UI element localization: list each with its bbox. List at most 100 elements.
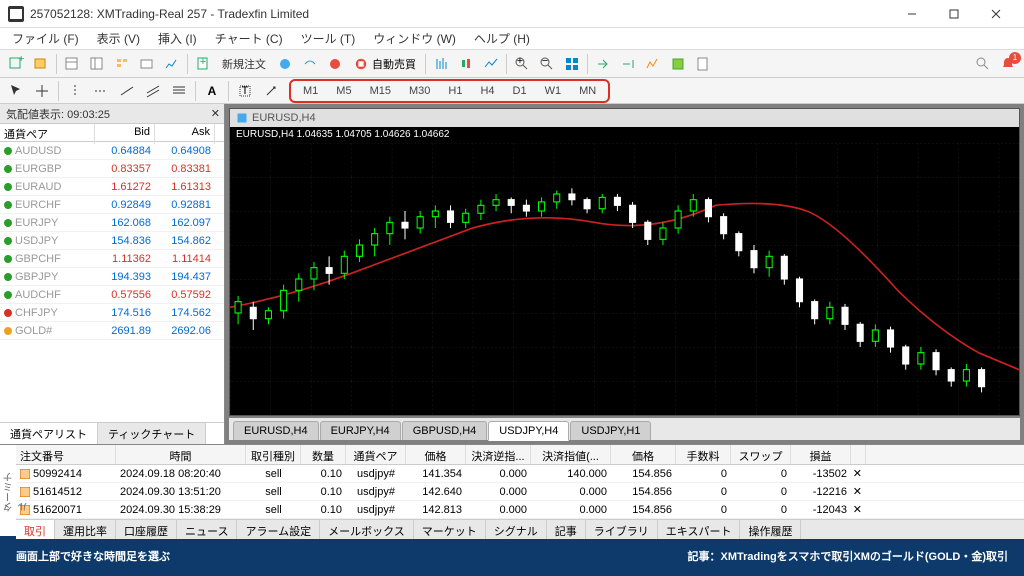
channel-button[interactable]: [141, 80, 165, 102]
terminal-tab[interactable]: シグナル: [486, 520, 547, 539]
col-symbol[interactable]: 通貨ペア: [0, 124, 95, 144]
tab-pairs[interactable]: 通貨ペアリスト: [0, 423, 98, 444]
col-ask[interactable]: Ask: [155, 124, 215, 144]
order-row[interactable]: 509924142024.09.18 08:20:40sell0.10usdjp…: [16, 465, 1024, 483]
arrows-button[interactable]: [259, 80, 283, 102]
tf-w1[interactable]: W1: [537, 82, 570, 100]
profiles-button[interactable]: [29, 53, 53, 75]
col-price[interactable]: 価格: [406, 445, 466, 464]
metaquotes-button[interactable]: [273, 53, 297, 75]
horizontal-line-button[interactable]: [89, 80, 113, 102]
new-order-label[interactable]: 新規注文: [216, 54, 272, 74]
terminal-tab[interactable]: 運用比率: [55, 520, 116, 539]
market-watch-row[interactable]: EURGBP0.833570.83381: [0, 160, 224, 178]
terminal-tab[interactable]: ライブラリ: [586, 520, 658, 539]
text-button[interactable]: A: [200, 80, 224, 102]
new-chart-button[interactable]: +: [4, 53, 28, 75]
menu-view[interactable]: 表示 (V): [89, 27, 148, 50]
market-watch-row[interactable]: GOLD#2691.892692.06: [0, 322, 224, 340]
col-time[interactable]: 時間: [116, 445, 246, 464]
col-vol[interactable]: 数量: [301, 445, 346, 464]
maximize-button[interactable]: [934, 2, 974, 26]
indicators-button[interactable]: [641, 53, 665, 75]
terminal-tab[interactable]: 操作履歴: [740, 520, 801, 539]
col-tp[interactable]: 決済指値(...: [531, 445, 611, 464]
cursor-button[interactable]: [4, 80, 28, 102]
close-button[interactable]: [976, 2, 1016, 26]
order-row[interactable]: 516200712024.09.30 15:38:29sell0.10usdjp…: [16, 501, 1024, 519]
close-icon[interactable]: ✕: [211, 107, 220, 120]
menu-chart[interactable]: チャート (C): [207, 27, 291, 50]
tf-mn[interactable]: MN: [571, 82, 604, 100]
menu-help[interactable]: ヘルプ (H): [466, 27, 538, 50]
bar-chart-button[interactable]: [429, 53, 453, 75]
market-watch-row[interactable]: CHFJPY174.516174.562: [0, 304, 224, 322]
tile-windows-button[interactable]: [560, 53, 584, 75]
candle-chart-button[interactable]: [454, 53, 478, 75]
chart-tab-2[interactable]: GBPUSD,H4: [402, 421, 488, 440]
col-comm[interactable]: 手数料: [676, 445, 731, 464]
tf-m30[interactable]: M30: [401, 82, 438, 100]
tf-h1[interactable]: H1: [440, 82, 470, 100]
terminal-tab[interactable]: 取引: [16, 520, 55, 539]
chart-canvas[interactable]: [230, 143, 1019, 415]
market-watch-row[interactable]: EURCHF0.928490.92881: [0, 196, 224, 214]
terminal-tab[interactable]: ニュース: [177, 520, 237, 539]
search-button[interactable]: [971, 53, 995, 75]
col-profit[interactable]: 損益: [791, 445, 851, 464]
menu-tools[interactable]: ツール (T): [293, 27, 364, 50]
market-watch-row[interactable]: GBPCHF1.113621.11414: [0, 250, 224, 268]
market-watch-button[interactable]: [60, 53, 84, 75]
menu-file[interactable]: ファイル (F): [4, 27, 87, 50]
market-watch-row[interactable]: EURAUD1.612721.61313: [0, 178, 224, 196]
terminal-tab[interactable]: メールボックス: [320, 520, 414, 539]
zoom-out-button[interactable]: −: [535, 53, 559, 75]
tab-tick[interactable]: ティックチャート: [98, 423, 206, 444]
new-order-button[interactable]: +: [191, 53, 215, 75]
col-number[interactable]: 注文番号: [16, 445, 116, 464]
terminal-tab[interactable]: マーケット: [414, 520, 486, 539]
chart-tab-0[interactable]: EURUSD,H4: [233, 421, 319, 440]
minimize-button[interactable]: [892, 2, 932, 26]
col-type[interactable]: 取引種別: [246, 445, 301, 464]
chart-tab-1[interactable]: EURJPY,H4: [320, 421, 401, 440]
fibonacci-button[interactable]: [167, 80, 191, 102]
col-bid[interactable]: Bid: [95, 124, 155, 144]
tf-m5[interactable]: M5: [328, 82, 359, 100]
order-row[interactable]: 516145122024.09.30 13:51:20sell0.10usdjp…: [16, 483, 1024, 501]
terminal-button[interactable]: [135, 53, 159, 75]
tf-m1[interactable]: M1: [295, 82, 326, 100]
market-watch-row[interactable]: USDJPY154.836154.862: [0, 232, 224, 250]
tf-d1[interactable]: D1: [505, 82, 535, 100]
data-window-button[interactable]: [85, 53, 109, 75]
auto-scroll-button[interactable]: [591, 53, 615, 75]
navigator-button[interactable]: [110, 53, 134, 75]
chart-tab-3[interactable]: USDJPY,H4: [488, 421, 569, 441]
terminal-tab[interactable]: 記事: [547, 520, 586, 539]
menu-insert[interactable]: 挿入 (I): [150, 27, 205, 50]
tf-m15[interactable]: M15: [362, 82, 399, 100]
tf-h4[interactable]: H4: [472, 82, 502, 100]
market-watch-row[interactable]: GBPJPY194.393194.437: [0, 268, 224, 286]
periods-button[interactable]: [666, 53, 690, 75]
col-price2[interactable]: 価格: [611, 445, 676, 464]
signals-button[interactable]: [298, 53, 322, 75]
terminal-tab[interactable]: 口座履歴: [116, 520, 177, 539]
market-watch-row[interactable]: EURJPY162.068162.097: [0, 214, 224, 232]
chart-tab-4[interactable]: USDJPY,H1: [570, 421, 651, 440]
market-watch-row[interactable]: AUDCHF0.575560.57592: [0, 286, 224, 304]
expert-advisors-button[interactable]: [323, 53, 347, 75]
col-swap[interactable]: スワップ: [731, 445, 791, 464]
zoom-in-button[interactable]: +: [510, 53, 534, 75]
col-pair[interactable]: 通貨ペア: [346, 445, 406, 464]
chart-shift-button[interactable]: [616, 53, 640, 75]
crosshair-button[interactable]: [30, 80, 54, 102]
line-chart-button[interactable]: [479, 53, 503, 75]
templates-button[interactable]: [691, 53, 715, 75]
market-watch-row[interactable]: AUDUSD0.648840.64908: [0, 142, 224, 160]
menu-window[interactable]: ウィンドウ (W): [365, 27, 464, 50]
trendline-button[interactable]: [115, 80, 139, 102]
terminal-tab[interactable]: アラーム設定: [237, 520, 320, 539]
strategy-tester-button[interactable]: [160, 53, 184, 75]
vertical-line-button[interactable]: [63, 80, 87, 102]
